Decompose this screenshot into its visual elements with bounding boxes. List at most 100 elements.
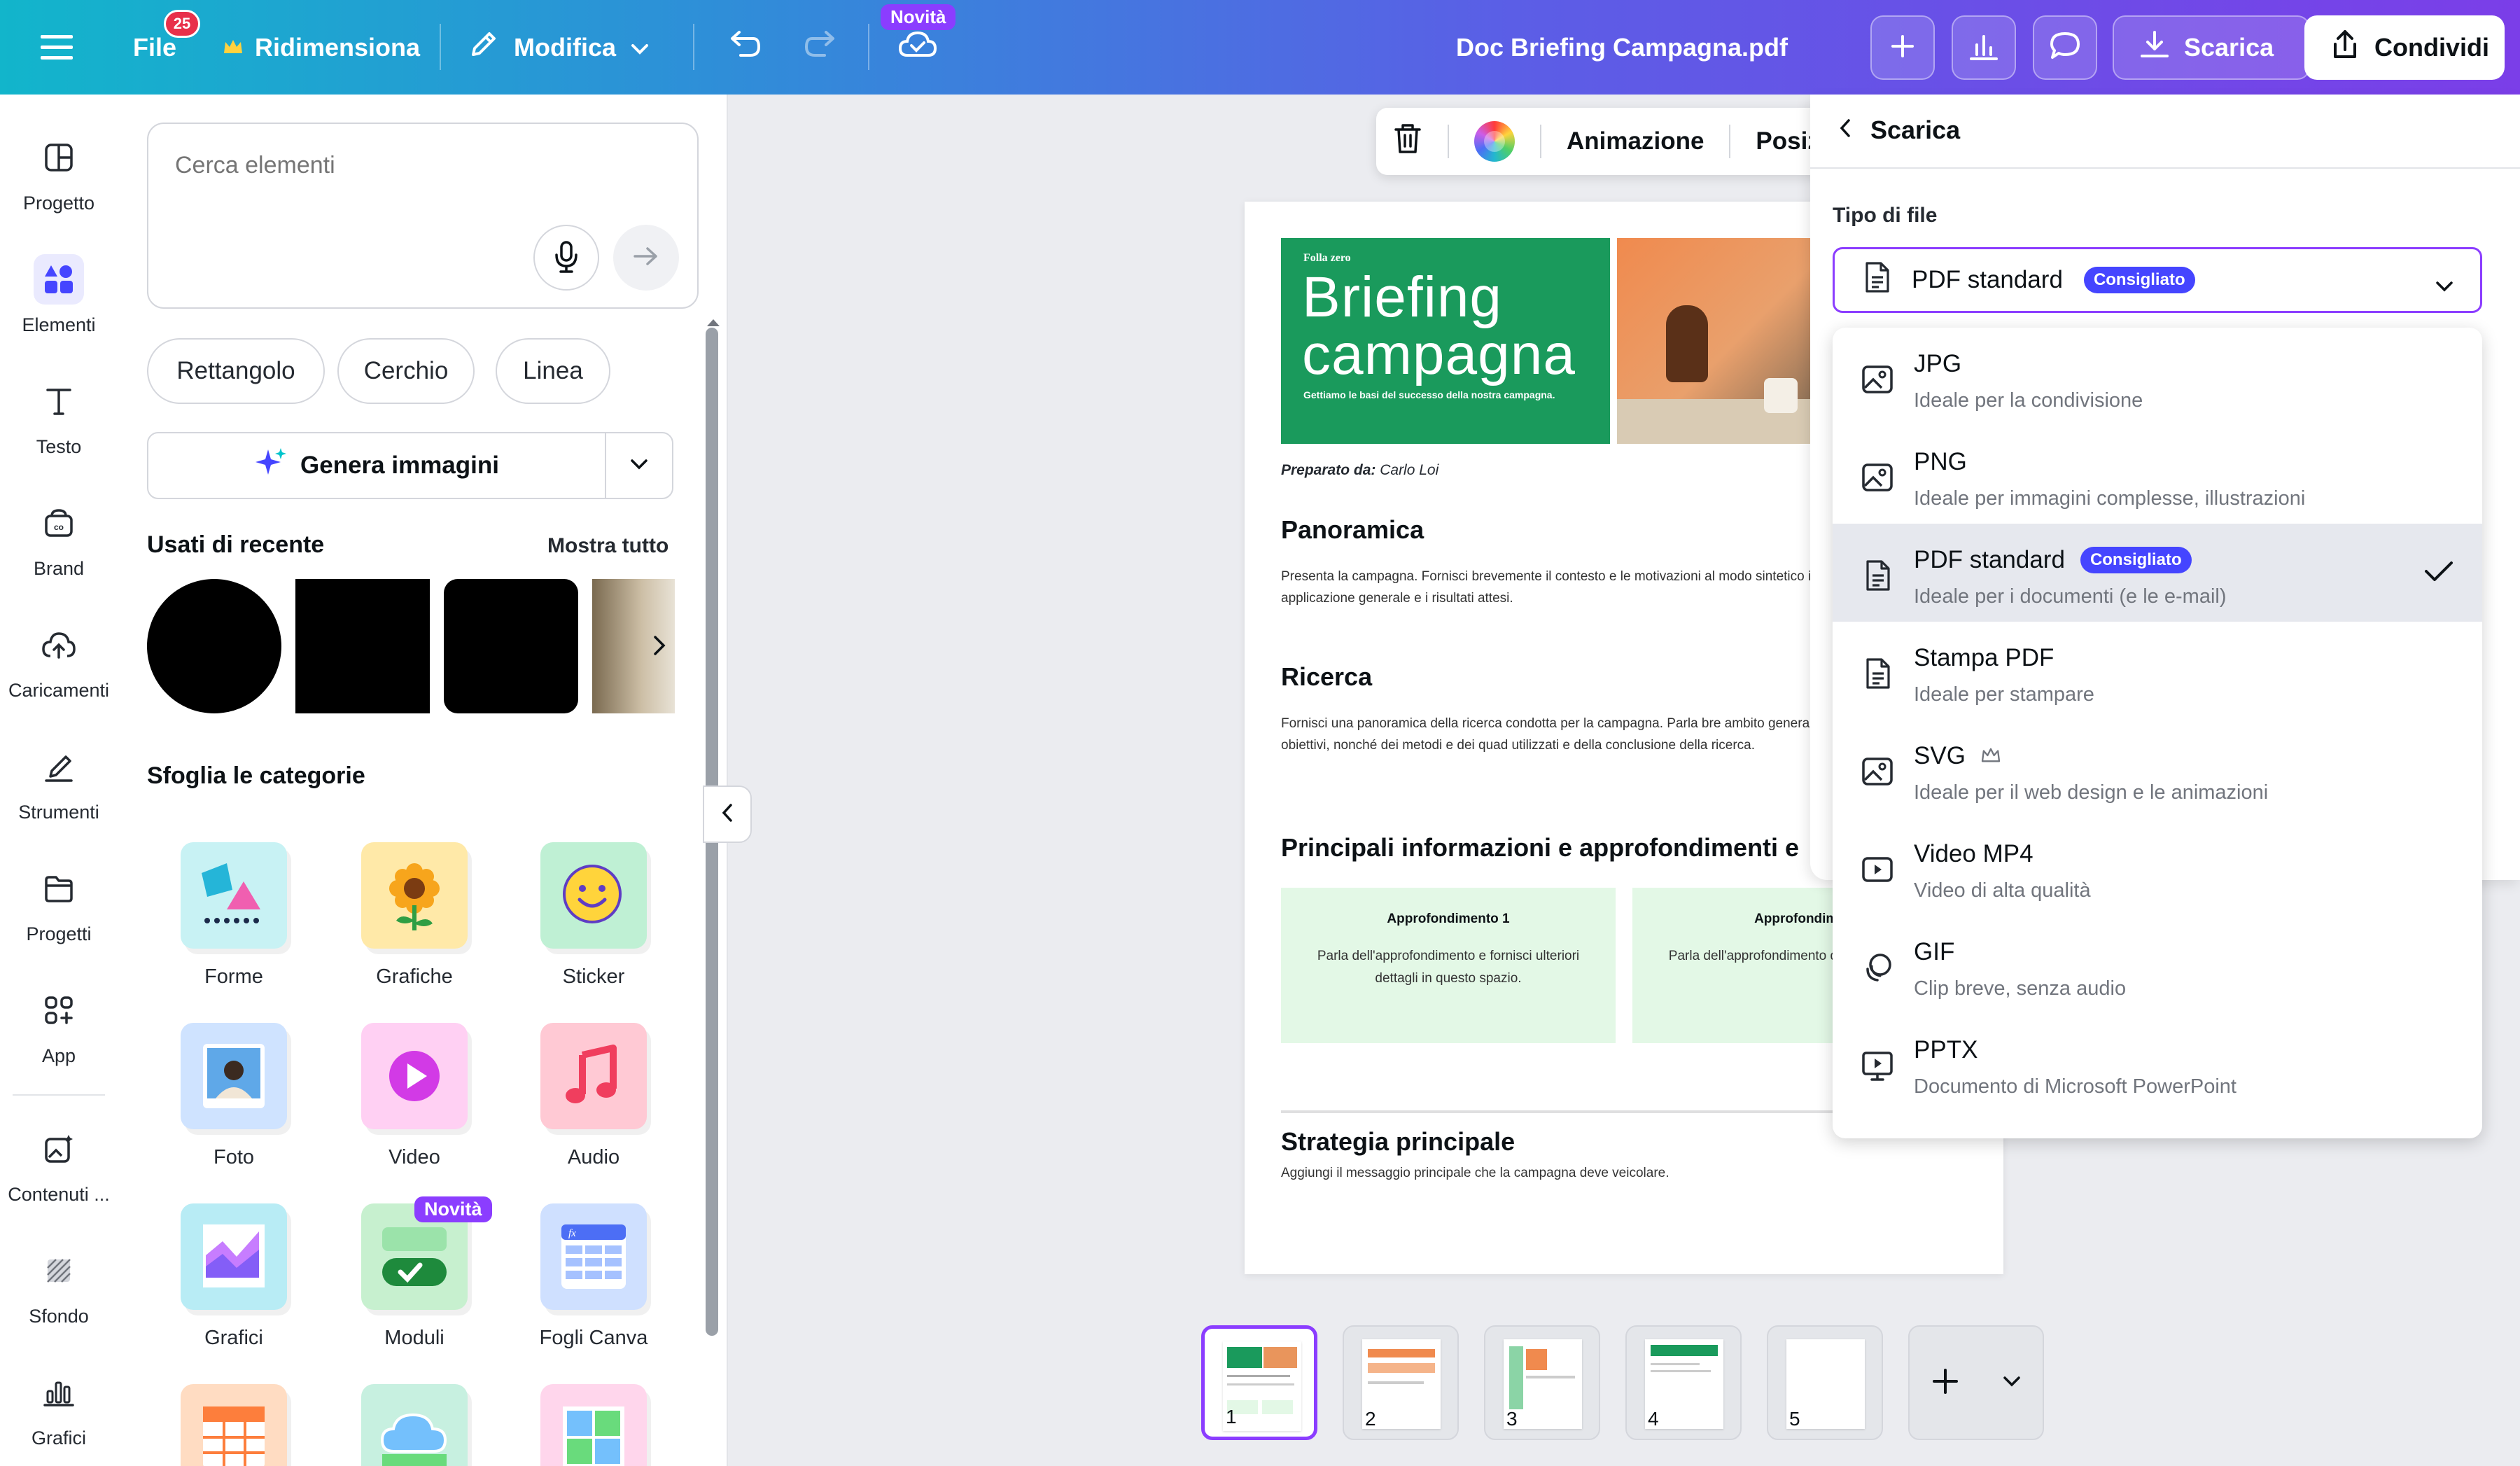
file-type-option-mp4[interactable]: Video MP4 Video di alta qualità [1833, 818, 2482, 916]
category-foto[interactable]: Foto [157, 1023, 311, 1169]
sparkle-icon [254, 447, 286, 485]
rail-label: Progetto [22, 193, 95, 214]
category-grafiche[interactable]: Grafiche [337, 842, 491, 989]
color-wheel-icon[interactable] [1474, 121, 1515, 162]
generate-images-button[interactable]: Genera immagini [148, 433, 605, 498]
heading-overview[interactable]: Panoramica [1281, 515, 1424, 545]
chip-linea[interactable]: Linea [496, 338, 610, 404]
download-panel-back[interactable]: Scarica [1838, 116, 1960, 145]
category-label: Video [388, 1146, 440, 1168]
add-page-button[interactable] [1930, 1366, 1961, 1400]
page-thumbnail[interactable]: 1 [1201, 1325, 1317, 1440]
menu-button[interactable] [41, 0, 73, 95]
file-type-select[interactable]: PDF standard Consigliato [1833, 247, 2482, 313]
file-type-option-png[interactable]: PNG Ideale per immagini complesse, illus… [1833, 426, 2482, 524]
rail-label: Brand [33, 558, 85, 579]
layout-icon [34, 132, 84, 183]
svg-text:co: co [54, 522, 64, 532]
animation-button[interactable]: Animazione [1567, 127, 1704, 155]
file-type-option-jpg[interactable]: JPG Ideale per la condivisione [1833, 328, 2482, 426]
file-type-option-svg[interactable]: SVG Ideale per il web design e le animaz… [1833, 720, 2482, 818]
page-thumbnail[interactable]: 4 [1625, 1325, 1742, 1440]
rail-item-brand[interactable]: co Brand [0, 498, 118, 580]
recent-rounded-square-shape[interactable] [444, 579, 578, 713]
chip-cerchio[interactable]: Cerchio [337, 338, 475, 404]
recent-square-shape[interactable] [295, 579, 430, 713]
cloud-save-button[interactable] [897, 0, 938, 95]
category-audio[interactable]: Audio [517, 1023, 671, 1169]
rail-item-progetti[interactable]: Progetti [0, 863, 118, 945]
search-submit-button[interactable] [613, 225, 679, 291]
file-type-option-print-pdf[interactable]: Stampa PDF Ideale per stampare [1833, 622, 2482, 720]
hero-banner[interactable]: Folla zero Briefing campagna Gettiamo le… [1281, 238, 1610, 444]
search-input[interactable] [175, 152, 595, 179]
rail-item-sfondo[interactable]: Sfondo [0, 1245, 118, 1327]
option-title: JPG [1914, 350, 1962, 377]
insight-card[interactable]: Approfondimento 1 Parla dell'approfondim… [1281, 888, 1616, 1043]
rail-item-progetto[interactable]: Progetto [0, 132, 118, 214]
paragraph-strategy[interactable]: Aggiungi il messaggio principale che la … [1281, 1162, 1953, 1184]
pencil-icon [468, 28, 500, 67]
option-title-text: SVG [1914, 742, 1966, 769]
folder-icon [34, 863, 84, 914]
rail-item-testo[interactable]: Testo [0, 376, 118, 458]
edit-menu-button[interactable]: Modifica [468, 0, 650, 95]
voice-search-button[interactable] [533, 225, 599, 291]
rail-item-strumenti[interactable]: Strumenti [0, 741, 118, 823]
heading-insights[interactable]: Principali informazioni e approfondiment… [1281, 833, 1799, 863]
category-sticker[interactable]: Sticker [517, 842, 671, 989]
category-grids[interactable] [517, 1384, 671, 1466]
category-frames[interactable] [337, 1384, 491, 1466]
add-collaborator-button[interactable] [1870, 15, 1935, 80]
new-badge: Novità [414, 1196, 492, 1222]
undo-button[interactable] [725, 0, 762, 95]
category-moduli[interactable]: Moduli [337, 1203, 491, 1350]
collapse-panel-button[interactable] [703, 786, 752, 843]
recent-title: Usati di recente [147, 531, 325, 558]
document-title[interactable]: Doc Briefing Campagna.pdf [1456, 0, 1788, 95]
file-type-option-pdf-standard[interactable]: PDF standard Consigliato Ideale per i do… [1833, 524, 2482, 622]
chevron-right-icon[interactable] [651, 634, 668, 661]
resize-button[interactable]: Ridimensiona [223, 0, 420, 95]
rail-label: Progetti [26, 923, 92, 944]
page-thumbnail[interactable]: 5 [1767, 1325, 1883, 1440]
sunflower-icon [361, 842, 468, 949]
heading-research[interactable]: Ricerca [1281, 662, 1372, 692]
rail-item-elementi[interactable]: Elementi [0, 254, 118, 336]
prepared-by[interactable]: Preparato da: Carlo Loi [1281, 462, 1438, 479]
trash-icon[interactable] [1393, 123, 1422, 161]
option-title: Stampa PDF [1914, 644, 2054, 671]
redo-button[interactable] [804, 0, 840, 95]
file-type-option-pptx[interactable]: PPTX Documento di Microsoft PowerPoint [1833, 1014, 2482, 1112]
download-button[interactable]: Scarica [2113, 15, 2310, 80]
category-forme[interactable]: Forme [157, 842, 311, 989]
hero-kicker: Folla zero [1303, 252, 1351, 264]
share-button[interactable]: Condividi [2304, 15, 2505, 80]
chip-rettangolo[interactable]: Rettangolo [147, 338, 325, 404]
rail-item-app[interactable]: App [0, 985, 118, 1067]
category-video[interactable]: Video [337, 1023, 491, 1169]
chevron-down-icon[interactable] [2001, 1374, 2022, 1392]
rail-item-caricamenti[interactable]: Caricamenti [0, 620, 118, 701]
insights-button[interactable] [1952, 15, 2016, 80]
rail-item-contenuti[interactable]: Contenuti ... [0, 1124, 118, 1206]
file-type-option-gif[interactable]: GIF Clip breve, senza audio [1833, 916, 2482, 1014]
share-icon [2330, 29, 2360, 67]
category-table[interactable] [157, 1384, 311, 1466]
show-all-link[interactable]: Mostra tutto [547, 534, 668, 558]
download-icon [2139, 29, 2170, 67]
option-title: PPTX [1914, 1036, 1978, 1063]
arrow-right-icon [632, 245, 660, 271]
rail-item-grafici[interactable]: Grafici [0, 1367, 118, 1449]
category-fogli-canva[interactable]: fx Fogli Canva [517, 1203, 671, 1350]
insight-title: Approfondime [1754, 912, 1845, 926]
heading-strategy[interactable]: Strategia principale [1281, 1127, 1515, 1157]
page-thumbnail[interactable]: 3 [1484, 1325, 1600, 1440]
comments-button[interactable] [2033, 15, 2097, 80]
generate-options-button[interactable] [605, 433, 672, 498]
category-label: Foto [213, 1146, 255, 1168]
page-thumbnail[interactable]: 2 [1343, 1325, 1459, 1440]
category-grafici[interactable]: Grafici [157, 1203, 311, 1350]
recent-circle-shape[interactable] [147, 579, 281, 713]
left-rail: Progetto Elementi Testo co Brand Caricam… [0, 95, 118, 1466]
